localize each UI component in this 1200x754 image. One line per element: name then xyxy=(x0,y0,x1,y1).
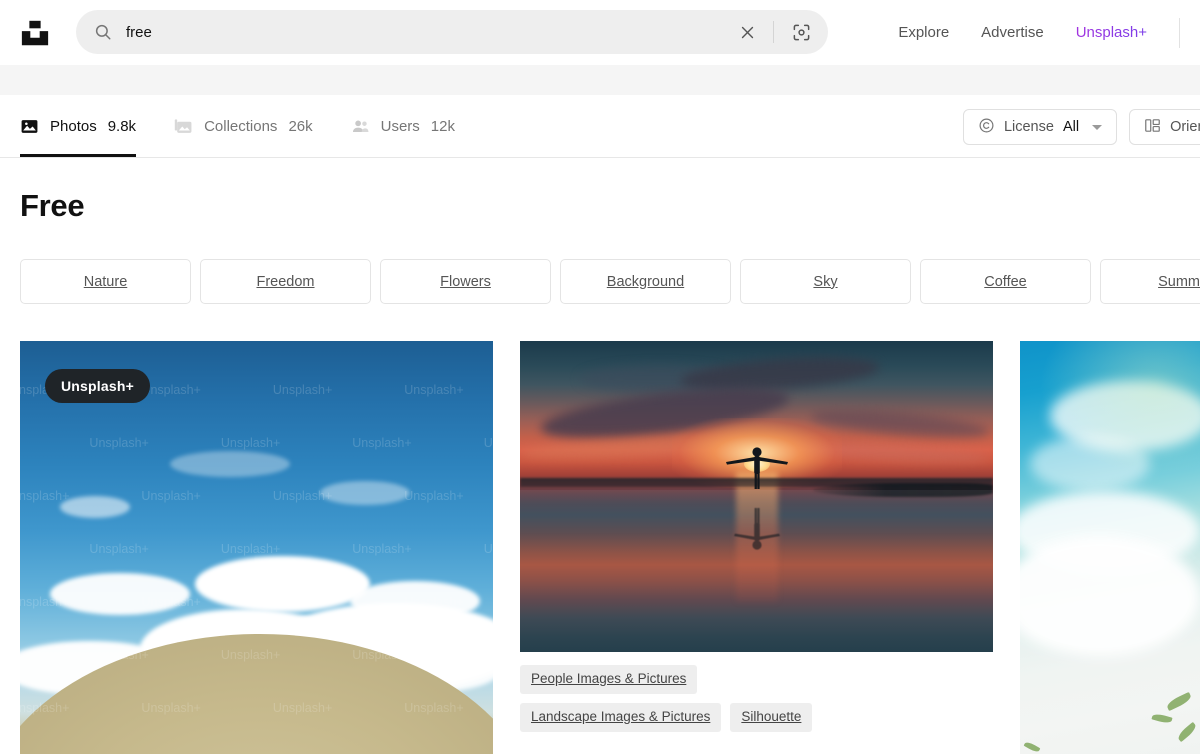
collections-icon xyxy=(174,117,193,136)
photo-image-cyan-sky xyxy=(1020,341,1200,754)
tab-collections-label: Collections xyxy=(204,117,278,135)
photo-icon xyxy=(20,117,39,136)
site-header: Explore Advertise Unsplash+ xyxy=(0,0,1200,65)
orientation-icon xyxy=(1144,117,1161,138)
tab-photos-count: 9.8k xyxy=(107,117,137,135)
tab-list: Photos 9.8k Collections 26k Users 12k xyxy=(20,95,493,157)
photo-image-sky-dune: Unsplash+ Unsplash+ Unsplash+ Unsplash+ Unsp… xyxy=(20,341,493,754)
search-divider xyxy=(773,21,774,43)
tab-users[interactable]: Users 12k xyxy=(351,95,455,157)
tab-photos[interactable]: Photos 9.8k xyxy=(20,95,137,157)
unsplash-search-page: Explore Advertise Unsplash+ Photos 9.8k xyxy=(0,0,1200,754)
orientation-filter-button[interactable]: Orientation xyxy=(1129,109,1200,145)
nav-explore[interactable]: Explore xyxy=(898,24,949,41)
filter-group: License All Orientation xyxy=(962,109,1200,145)
search-input[interactable] xyxy=(126,10,733,54)
search-bar[interactable] xyxy=(76,10,828,54)
related-chip-summer[interactable]: Summer xyxy=(1100,259,1200,304)
orientation-filter-label: Orientation xyxy=(1170,119,1200,135)
photo-image-sunset-silhouette xyxy=(520,341,993,652)
related-chip-background[interactable]: Background xyxy=(560,259,731,304)
search-icon xyxy=(94,23,112,41)
visual-search-icon[interactable] xyxy=(784,15,818,49)
unsplash-plus-badge: Unsplash+ xyxy=(45,369,150,403)
secondary-band xyxy=(0,65,1200,95)
photo-tag-landscape[interactable]: Landscape Images & Pictures xyxy=(520,702,722,732)
related-searches: Nature Freedom Flowers Background Sky Co… xyxy=(20,259,1200,304)
photo-card-sunset-silhouette[interactable] xyxy=(520,341,993,652)
nav-unsplash-plus[interactable]: Unsplash+ xyxy=(1076,24,1147,41)
grid-column-1: Unsplash+ Unsplash+ Unsplash+ Unsplash+ Unsp… xyxy=(20,341,493,754)
license-filter-value: All xyxy=(1062,119,1080,135)
search-tabbar: Photos 9.8k Collections 26k Users 12k Li… xyxy=(0,95,1200,158)
photo-tag-silhouette[interactable]: Silhouette xyxy=(730,702,813,732)
related-chip-nature[interactable]: Nature xyxy=(20,259,191,304)
grid-column-2: People Images & Pictures Landscape Image… xyxy=(520,341,993,741)
unsplash-logo-icon[interactable] xyxy=(20,18,50,48)
nav-divider xyxy=(1179,17,1180,48)
photo-tags-sunset: People Images & Pictures Landscape Image… xyxy=(520,665,993,732)
license-filter-button[interactable]: License All xyxy=(962,109,1118,145)
nav-advertise[interactable]: Advertise xyxy=(981,24,1044,41)
page-title: Free xyxy=(20,188,85,223)
copyright-icon xyxy=(978,117,995,138)
photo-tag-row: People Images & Pictures xyxy=(520,665,993,694)
users-icon xyxy=(351,117,370,136)
tab-photos-label: Photos xyxy=(50,117,97,135)
tab-users-label: Users xyxy=(380,117,420,135)
header-nav: Explore Advertise Unsplash+ xyxy=(898,0,1200,65)
photo-card-sky-dune[interactable]: Unsplash+ Unsplash+ Unsplash+ Unsplash+ Unsp… xyxy=(20,341,493,754)
tab-collections-count: 26k xyxy=(288,117,313,135)
clear-search-button[interactable] xyxy=(733,18,761,46)
related-chip-freedom[interactable]: Freedom xyxy=(200,259,371,304)
photo-tag-row: Landscape Images & Pictures Silhouette xyxy=(520,702,993,732)
photo-grid: Unsplash+ Unsplash+ Unsplash+ Unsplash+ Unsp… xyxy=(20,341,1200,754)
tab-users-count: 12k xyxy=(430,117,455,135)
license-filter-label: License xyxy=(1003,119,1054,135)
photo-card-cyan-sky[interactable] xyxy=(1020,341,1200,754)
related-chip-sky[interactable]: Sky xyxy=(740,259,911,304)
tab-collections[interactable]: Collections 26k xyxy=(174,95,313,157)
chevron-down-icon xyxy=(1092,124,1103,130)
photo-tag-people[interactable]: People Images & Pictures xyxy=(520,665,698,694)
related-chip-flowers[interactable]: Flowers xyxy=(380,259,551,304)
related-chip-coffee[interactable]: Coffee xyxy=(920,259,1091,304)
grid-column-3 xyxy=(1020,341,1200,754)
